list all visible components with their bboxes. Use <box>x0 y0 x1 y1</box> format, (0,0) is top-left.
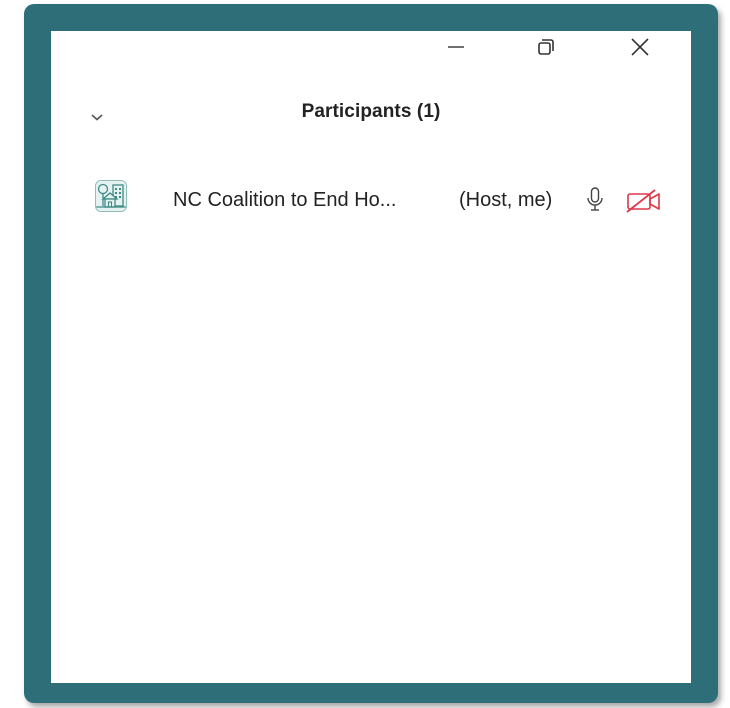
restore-button[interactable] <box>522 31 570 63</box>
minimize-button[interactable] <box>432 31 480 63</box>
participant-row[interactable]: NC Coalition to End Ho... (Host, me) <box>51 176 691 232</box>
participants-window: Participants (1) NC Coalition to End Ho.… <box>51 31 691 683</box>
participant-role-label: (Host, me) <box>459 189 553 211</box>
avatar <box>95 180 127 212</box>
close-button[interactable] <box>616 31 664 63</box>
restore-icon <box>538 39 554 55</box>
start-video-button[interactable] <box>625 188 663 214</box>
mute-button[interactable] <box>585 186 605 214</box>
close-icon <box>631 38 649 56</box>
microphone-icon <box>587 187 603 211</box>
minimize-icon <box>448 46 464 48</box>
organization-avatar-icon <box>96 181 126 211</box>
video-off-icon <box>626 189 660 213</box>
panel-title: Participants (1) <box>301 101 441 122</box>
participant-name: NC Coalition to End Ho... <box>173 189 397 211</box>
